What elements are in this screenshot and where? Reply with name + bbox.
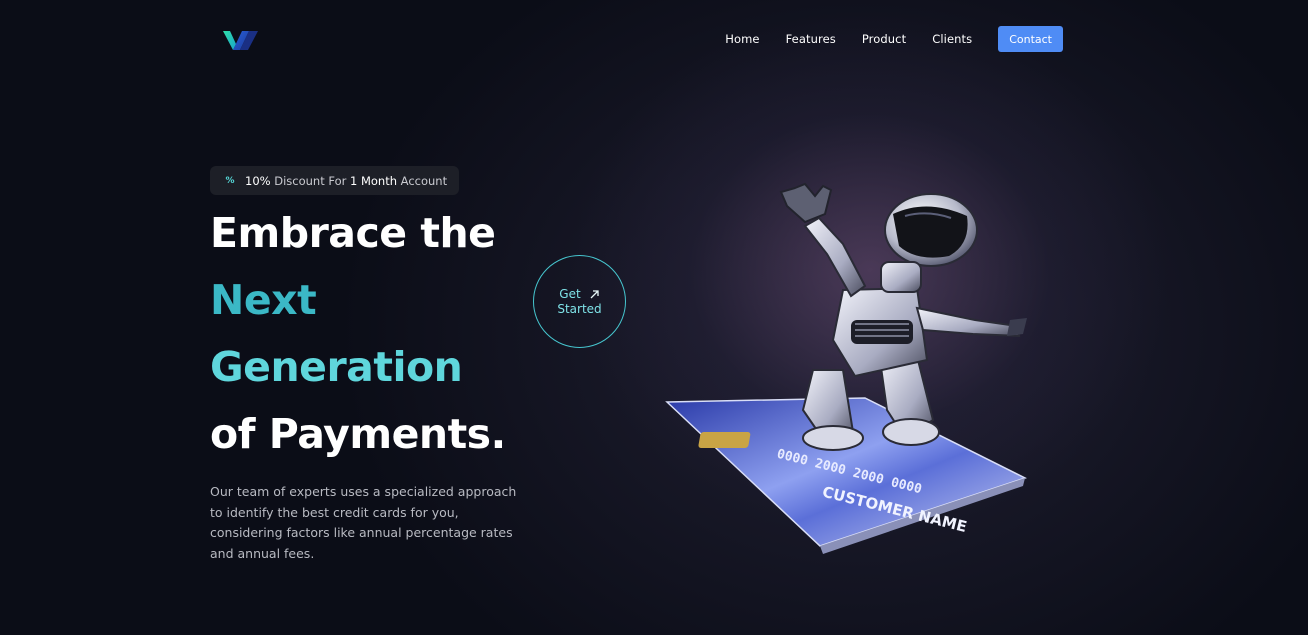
nav-link-clients[interactable]: Clients <box>932 32 972 46</box>
hero-line-3: Generation <box>210 343 463 391</box>
robot-on-card-illustration: 0000 2000 2000 0000 CUSTOMER NAME <box>665 182 1027 554</box>
contact-button[interactable]: Contact <box>998 26 1063 52</box>
main-nav: Home Features Product Clients Contact <box>725 26 1063 52</box>
badge-text: 10% Discount For 1 Month Account <box>245 174 447 188</box>
badge-duration: 1 Month <box>349 173 398 188</box>
badge-discount-value: 10% <box>245 173 271 188</box>
badge-discount-label: Discount For <box>270 173 350 188</box>
cta-label-line-2: Started <box>557 301 602 316</box>
percent-icon: % <box>225 175 235 186</box>
hero-line-2: Next <box>210 276 317 324</box>
hero-heading: Embrace the Next Generation of Payments. <box>210 200 506 468</box>
nav-link-home[interactable]: Home <box>725 32 759 46</box>
hero-line-1: Embrace the <box>210 209 496 257</box>
get-started-button[interactable]: Get Started <box>533 255 626 348</box>
hero-line-4: of Payments. <box>210 410 506 458</box>
brand-logo[interactable] <box>221 27 261 53</box>
nav-link-product[interactable]: Product <box>862 32 906 46</box>
cta-label-line-1: Get <box>559 286 581 301</box>
discount-badge: % 10% Discount For 1 Month Account <box>210 166 460 195</box>
arrow-up-right-icon <box>590 289 599 298</box>
hero-description: Our team of experts uses a specialized a… <box>210 484 517 561</box>
badge-account-label: Account <box>397 173 448 188</box>
nav-link-features[interactable]: Features <box>786 32 836 46</box>
